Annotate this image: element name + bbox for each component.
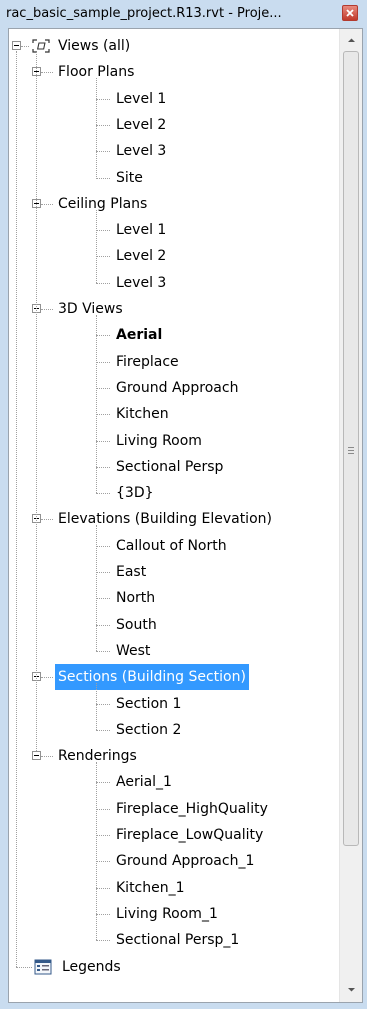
tree-node-label: Ceiling Plans — [58, 195, 148, 212]
tree-node-views-all[interactable]: Views (all) — [9, 33, 339, 59]
tree-node-label: Sections (Building Section) — [55, 664, 249, 691]
tree-connector — [96, 525, 97, 651]
tree-node-elevations[interactable]: Elevations (Building Elevation) — [9, 506, 339, 532]
tree-leaf-elevations-2[interactable]: East — [9, 559, 339, 585]
tree-leaf-renderings-1[interactable]: Aerial_1 — [9, 769, 339, 795]
vertical-scrollbar[interactable] — [339, 29, 362, 1002]
tree-leaf-sections-2[interactable]: Section 2 — [9, 717, 339, 743]
tree-node-3d-views[interactable]: 3D Views — [9, 296, 339, 322]
tree-leaf-3d-views-1[interactable]: Aerial — [9, 322, 339, 348]
tree-leaf-ceiling-plans-2[interactable]: Level 2 — [9, 243, 339, 269]
tree-node-label: Views (all) — [58, 38, 131, 54]
tree-node-sections[interactable]: Sections (Building Section) — [9, 664, 339, 691]
tree-leaf-elevations-4[interactable]: South — [9, 612, 339, 638]
tree-leaf-elevations-3[interactable]: North — [9, 585, 339, 611]
tree-leaf-elevations-5[interactable]: West — [9, 638, 339, 664]
tree-leaf-renderings-6[interactable]: Living Room_1 — [9, 901, 339, 927]
tree-leaf-ceiling-plans-1[interactable]: Level 1 — [9, 217, 339, 243]
tree-node-renderings[interactable]: Renderings — [9, 743, 339, 769]
tree-leaf-label: East — [116, 564, 147, 580]
thumb-grip — [348, 453, 354, 454]
tree-node-floor-plans[interactable]: Floor Plans — [9, 59, 339, 85]
project-browser-tree: Views (all) Floor Plans Level 1 Level 2 Leve… — [9, 29, 339, 1002]
tree-leaf-label: Kitchen_1 — [116, 879, 185, 896]
tree-node-label: Elevations (Building Elevation) — [58, 511, 272, 528]
tree-leaf-renderings-3[interactable]: Fireplace_LowQuality — [9, 822, 339, 848]
scroll-up-arrow-icon[interactable] — [346, 35, 357, 46]
tree-node-label: Legends — [62, 958, 121, 975]
project-browser-panel: Views (all) Floor Plans Level 1 Level 2 Leve… — [8, 28, 363, 1003]
tree-leaf-floor-plans-3[interactable]: Level 3 — [9, 138, 339, 164]
tree-leaf-label: Sectional Persp — [116, 458, 224, 475]
scroll-down-arrow-icon[interactable] — [346, 984, 357, 995]
tree-leaf-renderings-7[interactable]: Sectional Persp_1 — [9, 927, 339, 953]
thumb-grip — [348, 447, 354, 448]
tree-leaf-label: Level 1 — [116, 90, 167, 107]
tree-leaf-label: Level 3 — [116, 143, 167, 160]
tree-leaf-label: Aerial_1 — [116, 774, 172, 791]
tree-leaf-label: Fireplace_HighQuality — [116, 800, 268, 817]
tree-connector — [16, 51, 17, 967]
tree-leaf-3d-views-6[interactable]: Sectional Persp — [9, 454, 339, 480]
tree-leaf-label: North — [116, 590, 156, 607]
tree-leaf-label: Level 2 — [116, 116, 167, 133]
tree-node-legends[interactable]: Legends — [9, 954, 339, 980]
tree-connector — [96, 683, 97, 730]
tree-leaf-label: Kitchen — [116, 406, 169, 423]
tree-connector — [96, 762, 97, 941]
close-button[interactable] — [342, 5, 358, 21]
tree-leaf-label: West — [116, 642, 151, 659]
tree-node-ceiling-plans[interactable]: Ceiling Plans — [9, 191, 339, 217]
close-icon — [346, 9, 354, 17]
tree-leaf-floor-plans-2[interactable]: Level 2 — [9, 112, 339, 138]
tree-connector — [36, 52, 37, 752]
tree-connector — [96, 315, 97, 494]
tree-leaf-renderings-4[interactable]: Ground Approach_1 — [9, 848, 339, 874]
tree-leaf-renderings-5[interactable]: Kitchen_1 — [9, 875, 339, 901]
tree-connector — [96, 209, 97, 283]
tree-leaf-label: Fireplace_LowQuality — [116, 827, 264, 843]
scrollbar-thumb[interactable] — [343, 51, 359, 846]
tree-leaf-renderings-2[interactable]: Fireplace_HighQuality — [9, 796, 339, 822]
tree-leaf-label: Sectional Persp_1 — [116, 932, 240, 949]
tree-leaf-label: Living Room — [116, 432, 202, 449]
tree-leaf-label: Level 1 — [116, 222, 167, 239]
title-bar: rac_basic_sample_project.R13.rvt - Proje… — [0, 0, 367, 28]
tree-leaf-label: Level 2 — [116, 248, 167, 265]
tree-leaf-label: Living Room_1 — [116, 905, 218, 922]
tree-node-label: Renderings — [58, 748, 137, 765]
tree-leaf-sections-1[interactable]: Section 1 — [9, 691, 339, 717]
tree-connector — [96, 78, 97, 178]
tree-leaf-3d-views-4[interactable]: Kitchen — [9, 401, 339, 427]
tree-leaf-elevations-1[interactable]: Callout of North — [9, 533, 339, 559]
tree-leaf-label: Section 1 — [116, 695, 182, 712]
tree-leaf-3d-views-3[interactable]: Ground Approach — [9, 375, 339, 401]
tree-node-label: 3D Views — [58, 301, 123, 317]
thumb-grip — [348, 450, 354, 451]
tree-leaf-label: {3D} — [116, 485, 154, 502]
tree-leaf-floor-plans-1[interactable]: Level 1 — [9, 86, 339, 112]
tree-leaf-label: Ground Approach_1 — [116, 853, 255, 870]
tree-leaf-label: Callout of North — [116, 537, 227, 554]
tree-leaf-ceiling-plans-3[interactable]: Level 3 — [9, 270, 339, 296]
tree-leaf-label: Ground Approach — [116, 379, 239, 396]
tree-leaf-3d-views-5[interactable]: Living Room — [9, 428, 339, 454]
tree-leaf-3d-views-2[interactable]: Fireplace — [9, 349, 339, 375]
tree-leaf-label: Aerial — [116, 327, 163, 344]
tree-leaf-label: Level 3 — [116, 274, 167, 291]
tree-leaf-label: Fireplace — [116, 353, 179, 370]
tree-leaf-floor-plans-4[interactable]: Site — [9, 165, 339, 191]
window-title: rac_basic_sample_project.R13.rvt - Proje… — [6, 6, 282, 21]
tree-leaf-label: Section 2 — [116, 721, 182, 738]
tree-leaf-label: Site — [116, 169, 143, 186]
tree-leaf-3d-views-7[interactable]: {3D} — [9, 480, 339, 506]
tree-leaf-label: South — [116, 616, 157, 633]
